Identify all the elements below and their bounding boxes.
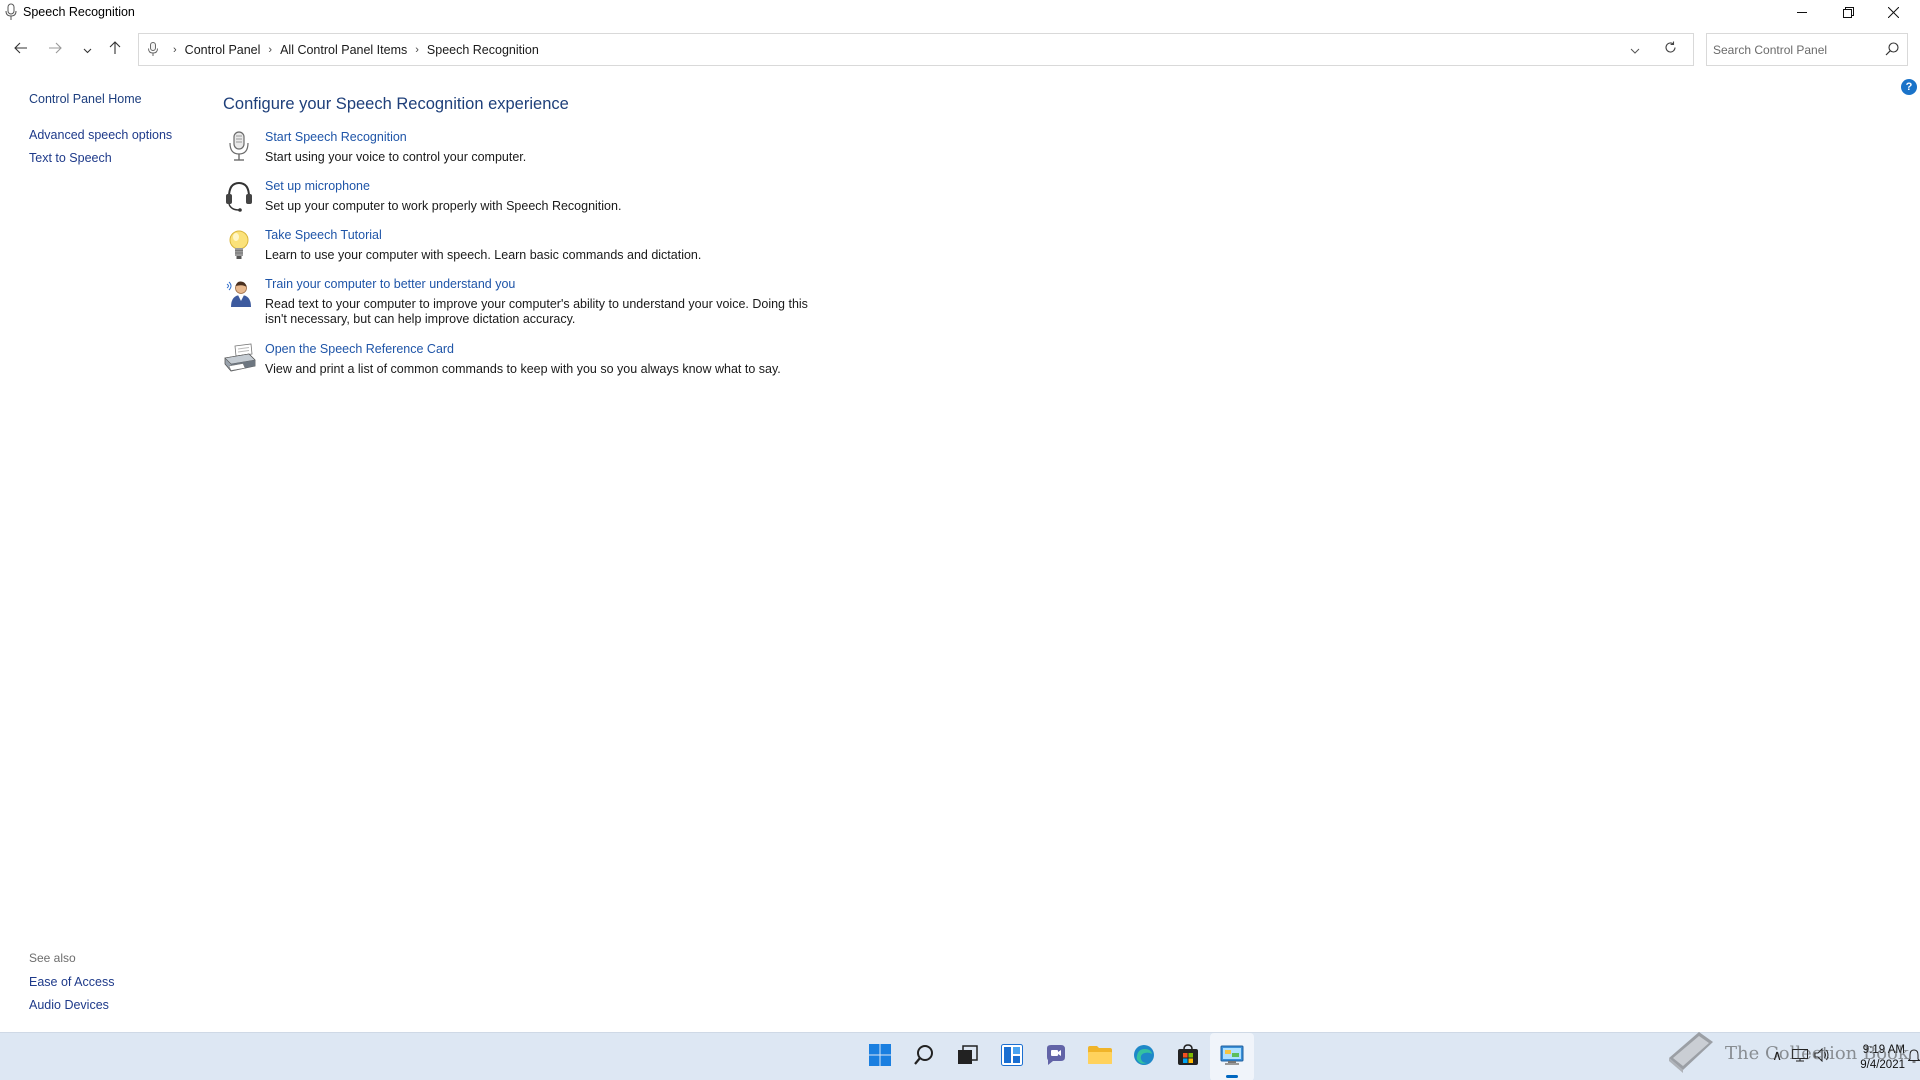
start-icon: [869, 1043, 891, 1071]
breadcrumb-all-items[interactable]: All Control Panel Items: [280, 43, 407, 57]
ease-of-access-link[interactable]: Ease of Access: [29, 975, 114, 989]
close-icon: [1888, 6, 1899, 18]
restore-button[interactable]: [1826, 0, 1871, 24]
search-box[interactable]: [1706, 33, 1908, 66]
task-view-button[interactable]: [946, 1033, 990, 1080]
set-up-microphone-link[interactable]: Set up microphone: [265, 179, 370, 193]
arrow-up-icon: [109, 40, 121, 60]
back-button[interactable]: [9, 38, 33, 62]
search-icon: [913, 1044, 935, 1071]
minimize-button[interactable]: [1780, 0, 1825, 24]
breadcrumb-speech-recognition[interactable]: Speech Recognition: [427, 43, 539, 57]
arrow-left-icon: [14, 41, 28, 59]
speech-recognition-app-icon: [4, 3, 20, 21]
taskbar: ∧ 9:19 AM 9/4/2021: [0, 1032, 1920, 1080]
see-also-heading: See also: [29, 951, 76, 965]
refresh-button[interactable]: [1660, 40, 1680, 60]
file-explorer-icon: [1088, 1045, 1112, 1070]
chevron-down-icon: [1630, 41, 1640, 59]
start-speech-recognition-link[interactable]: Start Speech Recognition: [265, 130, 407, 144]
address-bar[interactable]: › Control Panel › All Control Panel Item…: [138, 33, 1694, 66]
page-title: Configure your Speech Recognition experi…: [223, 95, 569, 113]
clock-date: 9/4/2021: [1860, 1059, 1905, 1071]
microphone-location-icon: [147, 42, 159, 62]
text-to-speech-link[interactable]: Text to Speech: [29, 151, 112, 165]
task-description: Start using your voice to control your c…: [265, 150, 527, 164]
address-history-button[interactable]: [1625, 40, 1645, 60]
printer-icon: [223, 342, 256, 374]
chat-icon: [1045, 1044, 1067, 1071]
train-computer-link[interactable]: Train your computer to better understand…: [265, 277, 515, 291]
task-description: Learn to use your computer with speech. …: [265, 248, 702, 262]
control-panel-icon: [1220, 1044, 1244, 1071]
refresh-icon: [1664, 41, 1677, 59]
control-panel-taskbar-button[interactable]: [1210, 1033, 1254, 1080]
restore-icon: [1843, 6, 1854, 18]
show-hidden-icons-button[interactable]: ∧: [1772, 1047, 1782, 1064]
audio-devices-link[interactable]: Audio Devices: [29, 998, 109, 1012]
file-explorer-button[interactable]: [1078, 1033, 1122, 1080]
network-icon[interactable]: [1792, 1048, 1808, 1067]
widgets-icon: [1001, 1043, 1023, 1071]
clock-time: 9:19 AM: [1862, 1044, 1905, 1056]
breadcrumb-separator-icon: ›: [268, 43, 273, 56]
notification-icon[interactable]: [1907, 1049, 1920, 1068]
recent-locations-button[interactable]: [75, 38, 99, 62]
store-icon: [1177, 1043, 1199, 1071]
store-button[interactable]: [1166, 1033, 1210, 1080]
task-description: Set up your computer to work properly wi…: [265, 199, 622, 213]
navigation-bar: › Control Panel › All Control Panel Item…: [0, 30, 1920, 70]
microphone-icon: [223, 130, 255, 162]
task-view-icon: [957, 1044, 979, 1071]
user-speaking-icon: [223, 277, 255, 309]
speech-reference-card-link[interactable]: Open the Speech Reference Card: [265, 342, 454, 356]
breadcrumb-separator-icon: ›: [415, 43, 419, 56]
take-speech-tutorial-link[interactable]: Take Speech Tutorial: [265, 228, 382, 242]
task-description: Read text to your computer to improve yo…: [265, 297, 808, 326]
breadcrumb: › Control Panel › All Control Panel Item…: [165, 34, 539, 65]
clock[interactable]: 9:19 AM 9/4/2021: [1835, 1043, 1905, 1073]
breadcrumb-control-panel[interactable]: Control Panel: [185, 43, 261, 57]
arrow-right-icon: [48, 41, 62, 59]
forward-button[interactable]: [43, 38, 67, 62]
start-button[interactable]: [858, 1033, 902, 1080]
up-button[interactable]: [103, 38, 127, 62]
lightbulb-icon: [223, 228, 255, 260]
chevron-down-icon: [83, 41, 92, 59]
control-panel-home-link[interactable]: Control Panel Home: [29, 92, 142, 106]
close-button[interactable]: [1871, 0, 1916, 24]
help-button[interactable]: ?: [1901, 79, 1917, 95]
headset-icon: [223, 179, 255, 212]
minimize-icon: [1797, 7, 1808, 18]
edge-button[interactable]: [1122, 1033, 1166, 1080]
breadcrumb-separator-icon: ›: [173, 43, 177, 56]
volume-icon[interactable]: [1814, 1047, 1830, 1067]
edge-icon: [1133, 1044, 1155, 1071]
title-bar: Speech Recognition: [0, 0, 1920, 24]
taskbar-apps: [858, 1033, 1254, 1080]
advanced-speech-options-link[interactable]: Advanced speech options: [29, 128, 172, 142]
task-description: View and print a list of common commands…: [265, 362, 781, 376]
taskbar-search-button[interactable]: [902, 1033, 946, 1080]
chat-button[interactable]: [1034, 1033, 1078, 1080]
search-icon[interactable]: [1885, 42, 1899, 61]
window-title: Speech Recognition: [23, 5, 135, 19]
widgets-button[interactable]: [990, 1033, 1034, 1080]
search-input[interactable]: [1713, 41, 1873, 59]
